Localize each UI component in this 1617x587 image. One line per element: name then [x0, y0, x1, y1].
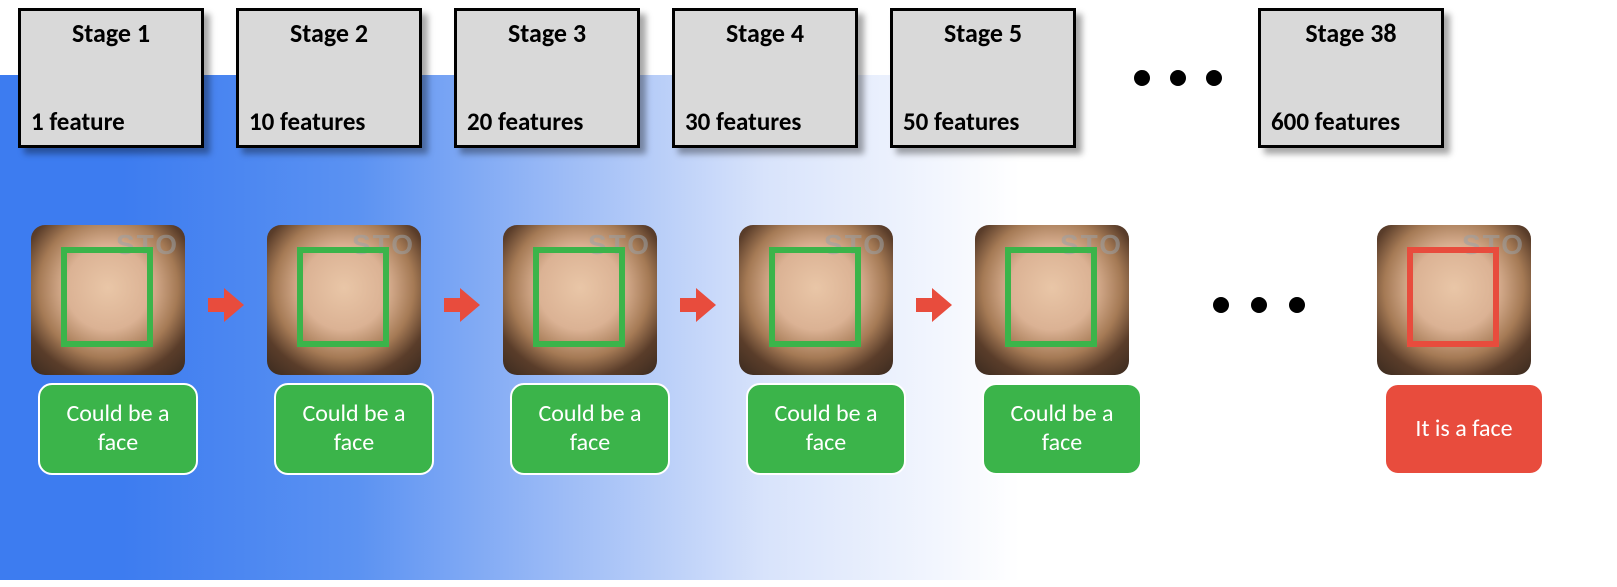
face-column-4: Could be a face — [726, 225, 906, 475]
stage-features: 20 features — [463, 108, 631, 136]
ellipsis-icon — [1184, 297, 1334, 313]
stage-features: 10 features — [245, 108, 413, 136]
ellipsis-icon — [1118, 8, 1238, 148]
face-image — [267, 225, 421, 375]
stage-title: Stage 4 — [681, 19, 849, 48]
face-column-1: Could be a face — [18, 225, 198, 475]
face-column-3: Could be a face — [490, 225, 670, 475]
verdict-badge: Could be a face — [982, 383, 1142, 475]
arrow-right-icon — [676, 288, 720, 322]
stage-features: 30 features — [681, 108, 849, 136]
stage-header-row: Stage 1 1 feature Stage 2 10 features St… — [18, 8, 1617, 148]
stage-features: 600 features — [1267, 108, 1435, 136]
arrow-right-icon — [204, 288, 248, 322]
stage-box-5: Stage 5 50 features — [890, 8, 1076, 148]
stage-title: Stage 5 — [899, 19, 1067, 48]
detection-box-icon — [297, 247, 389, 347]
stage-title: Stage 38 — [1267, 19, 1435, 48]
stage-box-final: Stage 38 600 features — [1258, 8, 1444, 148]
face-column-5: Could be a face — [962, 225, 1142, 475]
stage-box-2: Stage 2 10 features — [236, 8, 422, 148]
face-image — [31, 225, 185, 375]
detection-box-icon — [61, 247, 153, 347]
stage-title: Stage 2 — [245, 19, 413, 48]
verdict-badge-final: It is a face — [1384, 383, 1544, 475]
face-column-final: It is a face — [1364, 225, 1544, 475]
face-image — [503, 225, 657, 375]
verdict-badge: Could be a face — [510, 383, 670, 475]
cascade-row: Could be a face Could be a face Could be… — [18, 225, 1617, 475]
arrow-right-icon — [440, 288, 484, 322]
face-image — [975, 225, 1129, 375]
stage-box-3: Stage 3 20 features — [454, 8, 640, 148]
verdict-badge: Could be a face — [746, 383, 906, 475]
detection-box-icon — [1407, 247, 1499, 347]
face-image — [1377, 225, 1531, 375]
verdict-badge: Could be a face — [274, 383, 434, 475]
stage-box-4: Stage 4 30 features — [672, 8, 858, 148]
face-column-2: Could be a face — [254, 225, 434, 475]
arrow-right-icon — [912, 288, 956, 322]
verdict-badge: Could be a face — [38, 383, 198, 475]
stage-box-1: Stage 1 1 feature — [18, 8, 204, 148]
detection-box-icon — [1005, 247, 1097, 347]
detection-box-icon — [769, 247, 861, 347]
face-image — [739, 225, 893, 375]
stage-features: 1 feature — [27, 108, 195, 136]
detection-box-icon — [533, 247, 625, 347]
stage-title: Stage 3 — [463, 19, 631, 48]
stage-features: 50 features — [899, 108, 1067, 136]
stage-title: Stage 1 — [27, 19, 195, 48]
